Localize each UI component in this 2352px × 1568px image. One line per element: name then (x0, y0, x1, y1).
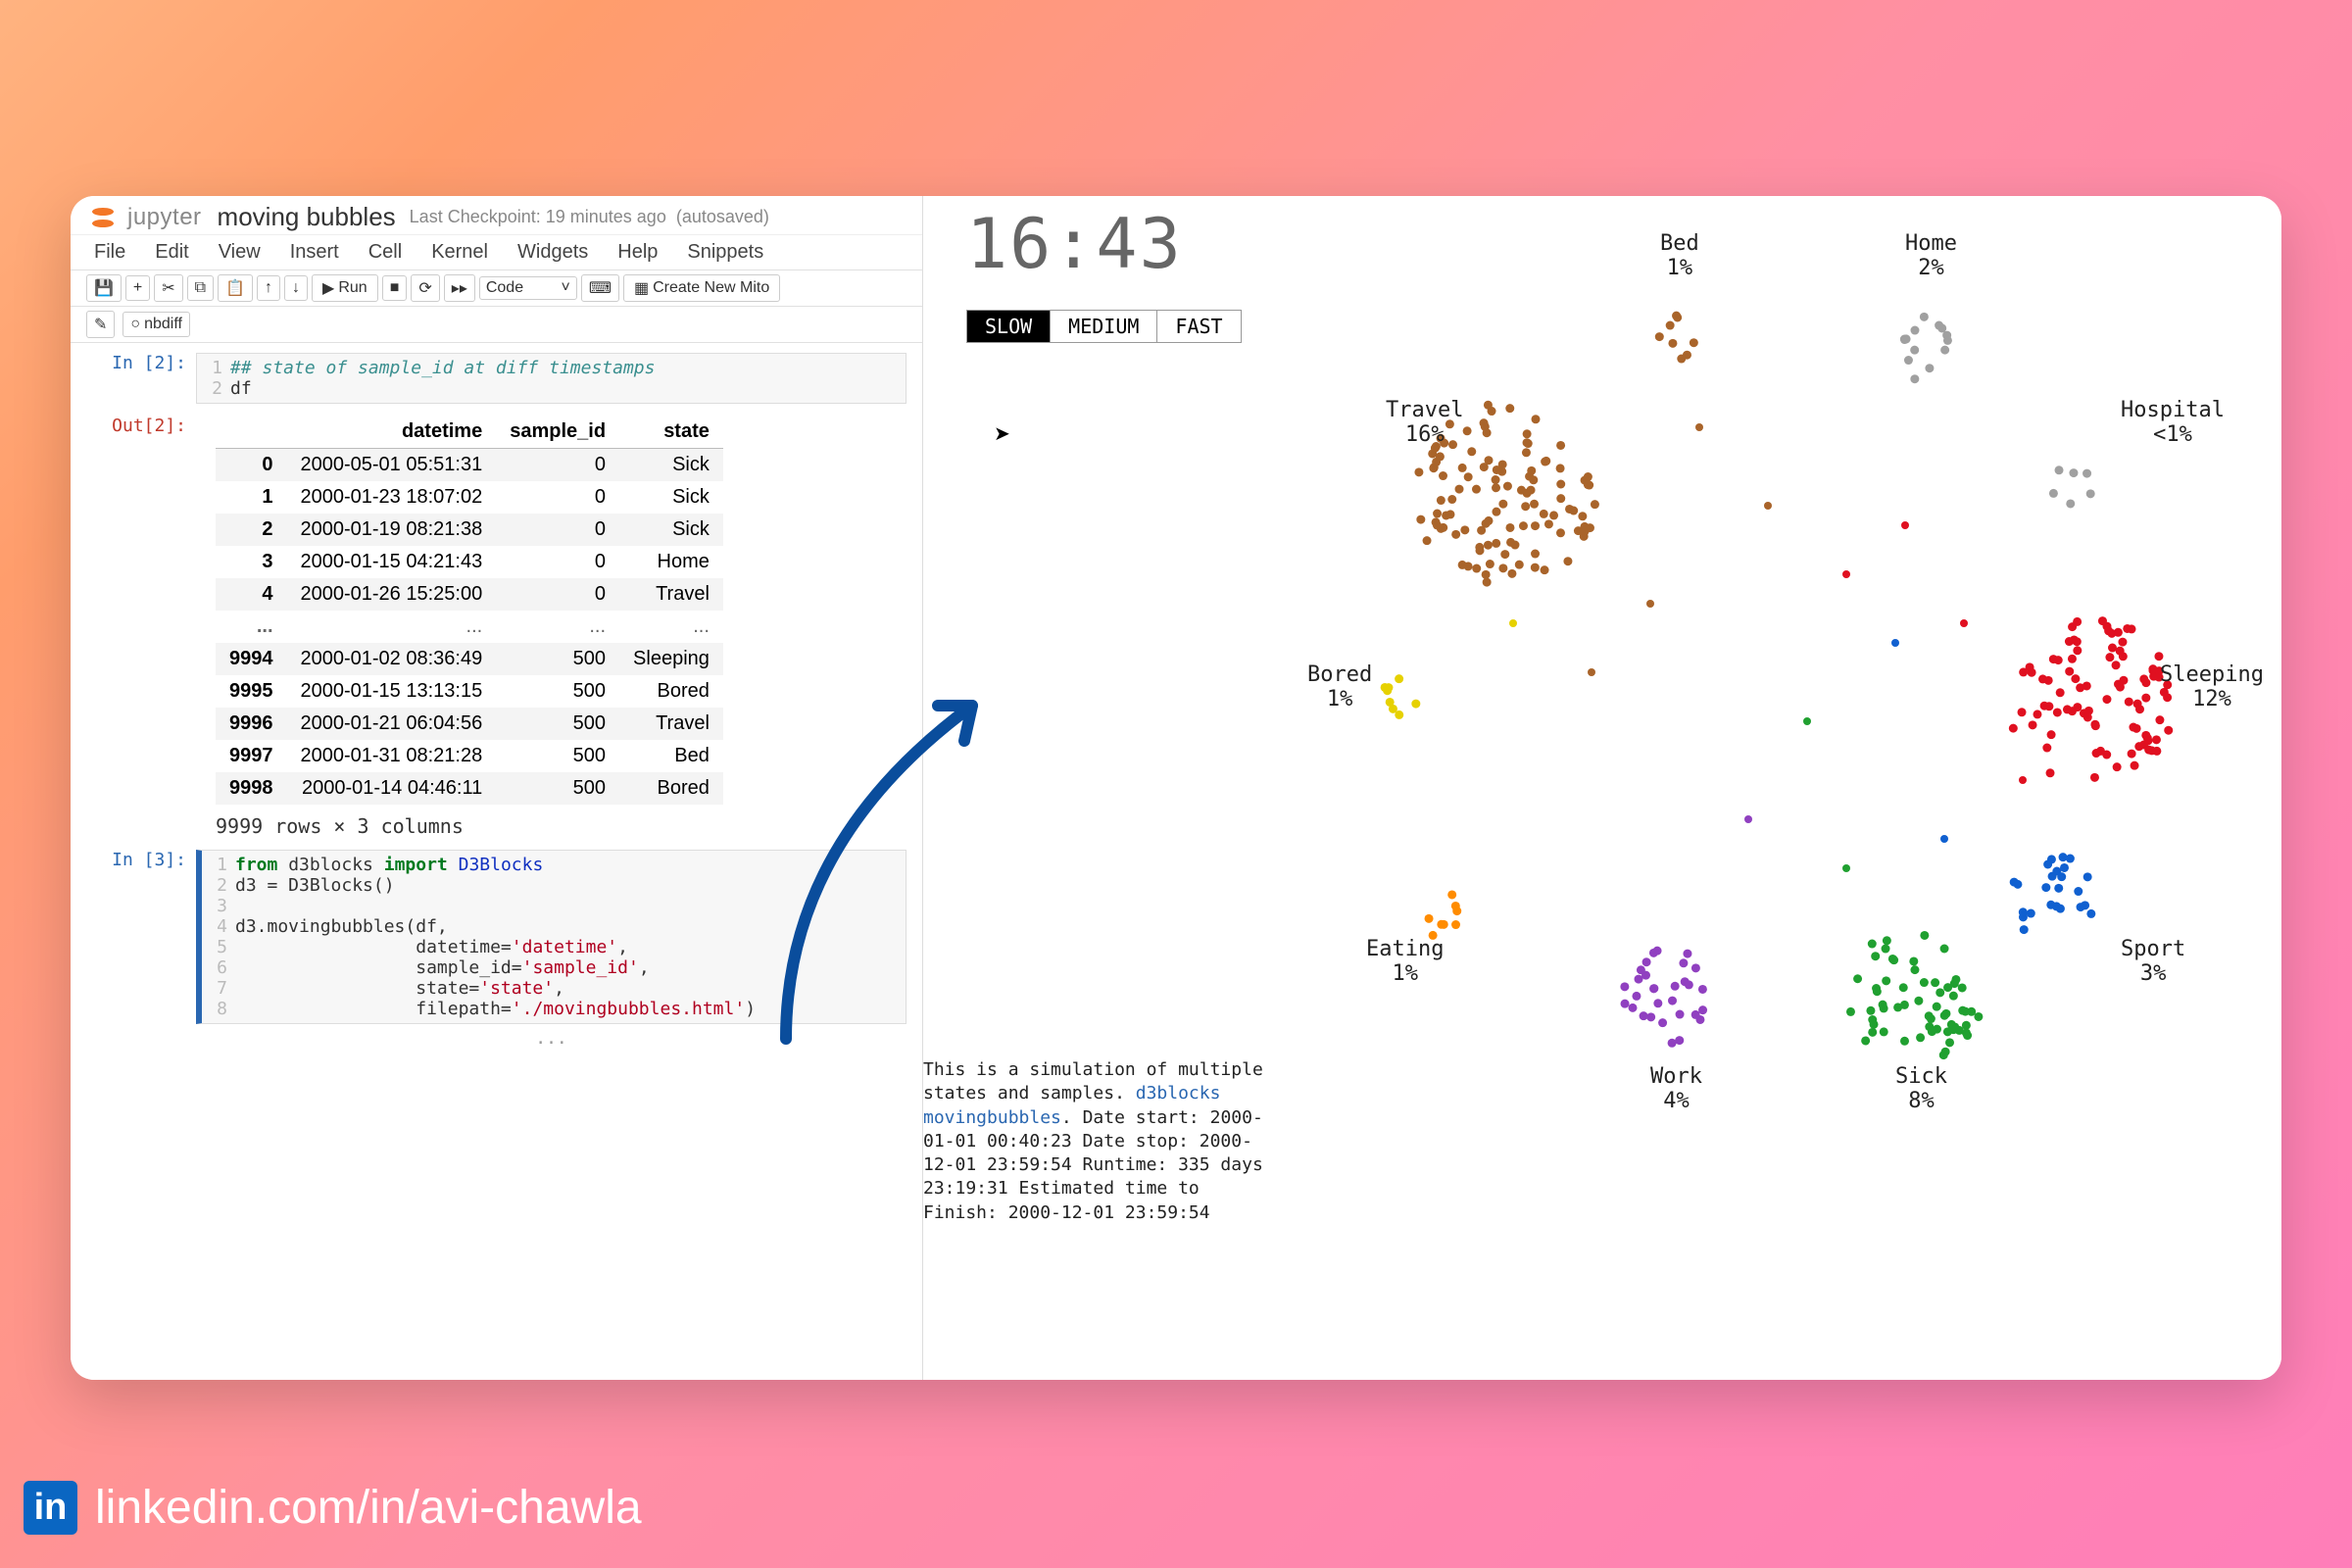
paste-button[interactable]: 📋 (218, 274, 253, 302)
table-row: 12000-01-23 18:07:020Sick (216, 481, 723, 514)
footer: in linkedin.com/in/avi-chawla (24, 1481, 642, 1535)
checkpoint-text: Last Checkpoint: 19 minutes ago (410, 207, 666, 227)
jupyter-pane: jupyter moving bubbles Last Checkpoint: … (71, 196, 923, 1380)
menu-snippets[interactable]: Snippets (687, 241, 763, 264)
cell-in-3[interactable]: In [3]: 1from d3blocks import D3Blocks 2… (86, 850, 906, 1049)
cluster-label-sick: Sick8% (1895, 1064, 1947, 1113)
dataframe-table: datetime sample_id state 02000-05-01 05:… (216, 416, 723, 805)
cluster-label-hospital: Hospital<1% (2121, 398, 2225, 447)
nbdiff-button[interactable]: ○ nbdiff (122, 312, 190, 337)
cluster-label-bored: Bored1% (1307, 662, 1372, 711)
code-in-3[interactable]: 1from d3blocks import D3Blocks 2d3 = D3B… (196, 850, 906, 1024)
add-cell-button[interactable]: + (125, 275, 150, 301)
move-up-button[interactable]: ↑ (257, 275, 280, 301)
autosaved-text: (autosaved) (676, 207, 769, 227)
jupyter-header: jupyter moving bubbles Last Checkpoint: … (71, 196, 922, 235)
col-datetime: datetime (287, 416, 497, 449)
menu-kernel[interactable]: Kernel (431, 241, 488, 264)
menu-view[interactable]: View (219, 241, 261, 264)
cluster-label-bed: Bed1% (1660, 231, 1699, 280)
toolbar: 💾 + ✂ ⧉ 📋 ↑ ↓ ▶ Run ■ ⟳ ▸▸ Code˅ ⌨ ▦ Cre… (71, 270, 922, 307)
collapsed-output-dots: ... (196, 1024, 906, 1049)
speed-buttons: SLOW MEDIUM FAST (966, 310, 1242, 343)
code-in-2[interactable]: 1## state of sample_id at diff timestamp… (196, 353, 906, 404)
linkedin-url: linkedin.com/in/avi-chawla (95, 1481, 642, 1535)
run-button[interactable]: ▶ Run (312, 274, 378, 302)
jupyter-brand: jupyter (127, 204, 202, 231)
dataframe-summary: 9999 rows × 3 columns (196, 805, 906, 838)
linkedin-icon: in (24, 1481, 77, 1535)
cell-in-2[interactable]: In [2]: 1## state of sample_id at diff t… (86, 353, 906, 404)
speed-medium[interactable]: MEDIUM (1051, 311, 1157, 342)
table-row: 99952000-01-15 13:13:15500Bored (216, 675, 723, 708)
menu-widgets[interactable]: Widgets (517, 241, 588, 264)
menu-insert[interactable]: Insert (290, 241, 339, 264)
cluster-label-eating: Eating1% (1366, 937, 1444, 986)
cursor-icon: ➤ (994, 421, 1010, 446)
notebook-title[interactable]: moving bubbles (218, 202, 396, 232)
cluster-label-travel: Travel16% (1386, 398, 1463, 447)
move-down-button[interactable]: ↓ (284, 275, 308, 301)
table-row: 99962000-01-21 06:04:56500Travel (216, 708, 723, 740)
simulation-description: This is a simulation of multiple states … (923, 1058, 1266, 1225)
table-row: ............ (216, 611, 723, 643)
table-row: 99982000-01-14 04:46:11500Bored (216, 772, 723, 805)
speed-slow[interactable]: SLOW (967, 311, 1051, 342)
prompt-in-2: In [2]: (86, 353, 196, 404)
cluster-label-sleeping: Sleeping12% (2160, 662, 2264, 711)
copy-button[interactable]: ⧉ (187, 275, 214, 301)
time-clock: 16:43 (966, 204, 1183, 284)
prompt-out-2: Out[2]: (86, 416, 196, 838)
bubble-chart: Bed1%Home2%Travel16%Hospital<1%Bored1%Sl… (1258, 231, 2258, 1113)
table-row: 99942000-01-02 08:36:49500Sleeping (216, 643, 723, 675)
table-row: 22000-01-19 08:21:380Sick (216, 514, 723, 546)
toolbar-secondary: ✎ ○ nbdiff (71, 307, 922, 343)
menu-edit[interactable]: Edit (155, 241, 188, 264)
save-button[interactable]: 💾 (86, 274, 122, 302)
chevron-down-icon: ˅ (562, 279, 570, 297)
speed-fast[interactable]: FAST (1157, 311, 1240, 342)
col-state: state (619, 416, 723, 449)
notebook-area: In [2]: 1## state of sample_id at diff t… (71, 343, 922, 1380)
cell-out-2: Out[2]: datetime sample_id state 02000-0… (86, 416, 906, 838)
create-mito-button[interactable]: ▦ Create New Mito (623, 274, 780, 302)
menu-help[interactable]: Help (617, 241, 658, 264)
table-row: 99972000-01-31 08:21:28500Bed (216, 740, 723, 772)
menu-bar: File Edit View Insert Cell Kernel Widget… (71, 235, 922, 270)
table-row: 32000-01-15 04:21:430Home (216, 546, 723, 578)
visualization-pane: 16:43 SLOW MEDIUM FAST ➤ Bed1% Home2% Trav… (923, 196, 2281, 1380)
restart-button[interactable]: ⟳ (411, 274, 439, 302)
prompt-in-3: In [3]: (86, 850, 196, 1049)
cluster-label-work: Work4% (1650, 1064, 1702, 1113)
edit-metadata-button[interactable]: ✎ (86, 311, 115, 338)
run-all-button[interactable]: ▸▸ (444, 274, 475, 302)
celltype-select[interactable]: Code˅ (479, 276, 577, 300)
cut-button[interactable]: ✂ (154, 274, 182, 302)
cluster-label-sport: Sport3% (2121, 937, 2185, 986)
jupyter-logo-icon (88, 203, 118, 232)
table-row: 02000-05-01 05:51:310Sick (216, 449, 723, 482)
command-palette-button[interactable]: ⌨ (581, 274, 619, 302)
table-row: 42000-01-26 15:25:000Travel (216, 578, 723, 611)
menu-cell[interactable]: Cell (368, 241, 402, 264)
col-sample-id: sample_id (496, 416, 619, 449)
menu-file[interactable]: File (94, 241, 125, 264)
stop-button[interactable]: ■ (382, 275, 408, 301)
main-card: jupyter moving bubbles Last Checkpoint: … (71, 196, 2281, 1380)
cluster-label-home: Home2% (1905, 231, 1957, 280)
